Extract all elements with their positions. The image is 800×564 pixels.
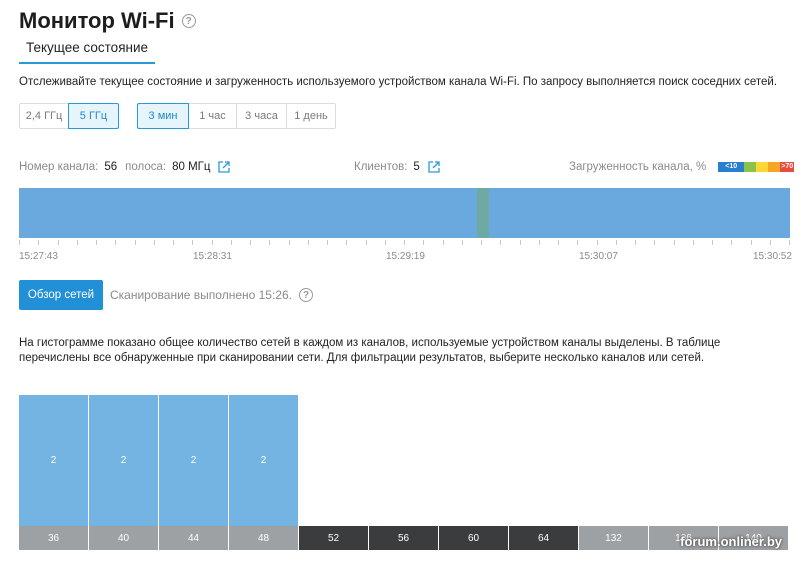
- histogram-bar[interactable]: 2: [19, 395, 89, 526]
- timeline-marker: [477, 188, 489, 238]
- axis-tick: [731, 240, 732, 245]
- page-title: Монитор Wi-Fi ?: [19, 8, 196, 34]
- axis-tick: [674, 240, 675, 245]
- load-legend-low: <10: [718, 162, 745, 172]
- axis-tick: [770, 240, 771, 245]
- axis-tick: [423, 240, 424, 245]
- time-label: 15:29:19: [386, 251, 425, 262]
- axis-tick: [58, 240, 59, 245]
- band-selector: 2,4 ГГц 5 ГГц: [19, 103, 119, 129]
- channel-load-label: Загруженность канала, %: [569, 161, 707, 173]
- axis-tick: [520, 240, 521, 245]
- histogram-channel-label[interactable]: 36: [19, 526, 89, 550]
- time-label: 15:30:52: [753, 251, 792, 262]
- histogram-channel-label[interactable]: 132: [579, 526, 649, 550]
- axis-tick: [404, 240, 405, 245]
- clients-label: Клиентов:: [354, 161, 408, 173]
- axis-tick: [289, 240, 290, 245]
- period-selector: 3 мин 1 час 3 часа 1 день: [137, 103, 336, 129]
- histogram-channel-label[interactable]: 56: [369, 526, 439, 550]
- period-option-1d[interactable]: 1 день: [286, 103, 336, 129]
- channel-load-info: Загруженность канала, % <10 >70: [569, 161, 795, 173]
- external-link-icon[interactable]: [218, 161, 231, 173]
- channel-label: Номер канала:: [19, 161, 99, 173]
- axis-tick: [154, 240, 155, 245]
- scan-networks-button[interactable]: Обзор сетей: [19, 280, 103, 310]
- external-link-icon[interactable]: [428, 161, 440, 173]
- histogram-channel-label[interactable]: 60: [439, 526, 509, 550]
- histogram-bar[interactable]: 2: [89, 395, 159, 526]
- load-legend: <10 >70: [718, 162, 795, 172]
- axis-tick: [212, 240, 213, 245]
- axis-tick: [308, 240, 309, 245]
- axis-tick: [19, 240, 20, 245]
- watermark-text: forum.onliner.by: [680, 534, 782, 549]
- clients-info: Клиентов: 5: [354, 161, 440, 173]
- scan-status: Сканирование выполнено 15:26. ?: [110, 288, 313, 302]
- axis-tick: [693, 240, 694, 245]
- clients-value: 5: [413, 161, 420, 173]
- time-label: 15:28:31: [193, 251, 232, 262]
- axis-tick: [462, 240, 463, 245]
- axis-tick: [366, 240, 367, 245]
- axis-tick: [135, 240, 136, 245]
- scan-status-text: Сканирование выполнено 15:26.: [110, 288, 292, 302]
- axis-tick: [751, 240, 752, 245]
- bandwidth-label: полоса:: [125, 161, 167, 173]
- time-label: 15:27:43: [19, 251, 58, 262]
- bandwidth-value: 80 МГц: [172, 161, 211, 173]
- band-option-2-4ghz[interactable]: 2,4 ГГц: [19, 103, 69, 129]
- timeline-axis: [19, 240, 790, 248]
- axis-tick: [77, 240, 78, 245]
- axis-tick: [231, 240, 232, 245]
- load-legend-segment: [768, 162, 781, 172]
- channel-load-timeline[interactable]: [19, 188, 790, 238]
- axis-tick: [558, 240, 559, 245]
- histogram-channel-label[interactable]: 48: [229, 526, 299, 550]
- load-legend-high: >70: [780, 162, 795, 172]
- page-description: Отслеживайте текущее состояние и загруже…: [19, 76, 778, 88]
- histogram-bar[interactable]: 2: [229, 395, 299, 526]
- axis-tick: [577, 240, 578, 245]
- histogram-bar[interactable]: 2: [159, 395, 229, 526]
- axis-tick: [327, 240, 328, 245]
- axis-tick: [712, 240, 713, 245]
- axis-tick: [443, 240, 444, 245]
- period-option-3min[interactable]: 3 мин: [137, 103, 189, 129]
- histogram-description: На гистограмме показано общее количество…: [19, 337, 721, 364]
- tab-current-state[interactable]: Текущее состояние: [19, 38, 155, 64]
- period-option-3h[interactable]: 3 часа: [236, 103, 287, 129]
- axis-tick: [635, 240, 636, 245]
- axis-tick: [346, 240, 347, 245]
- axis-tick: [96, 240, 97, 245]
- axis-tick: [481, 240, 482, 245]
- load-legend-segment: [756, 162, 769, 172]
- histogram-channel-label[interactable]: 44: [159, 526, 229, 550]
- period-option-1h[interactable]: 1 час: [188, 103, 237, 129]
- histogram-channel-label[interactable]: 40: [89, 526, 159, 550]
- help-icon[interactable]: ?: [299, 288, 313, 302]
- channel-value: 56: [104, 161, 118, 173]
- axis-tick: [539, 240, 540, 245]
- help-icon[interactable]: ?: [181, 14, 196, 28]
- load-legend-segment: [744, 162, 757, 172]
- axis-tick: [616, 240, 617, 245]
- axis-tick: [385, 240, 386, 245]
- axis-tick: [38, 240, 39, 245]
- axis-tick: [597, 240, 598, 245]
- axis-tick: [115, 240, 116, 245]
- axis-tick: [250, 240, 251, 245]
- axis-tick: [654, 240, 655, 245]
- histogram-channel-label[interactable]: 64: [509, 526, 579, 550]
- time-label: 15:30:07: [579, 251, 618, 262]
- channel-info: Номер канала: 56 полоса: 80 МГц: [19, 161, 231, 173]
- page-title-text: Монитор Wi-Fi: [19, 8, 175, 33]
- axis-tick: [269, 240, 270, 245]
- axis-tick: [173, 240, 174, 245]
- axis-tick: [789, 240, 790, 245]
- band-option-5ghz[interactable]: 5 ГГц: [68, 103, 119, 129]
- axis-tick: [500, 240, 501, 245]
- axis-tick: [192, 240, 193, 245]
- histogram-channel-label[interactable]: 52: [299, 526, 369, 550]
